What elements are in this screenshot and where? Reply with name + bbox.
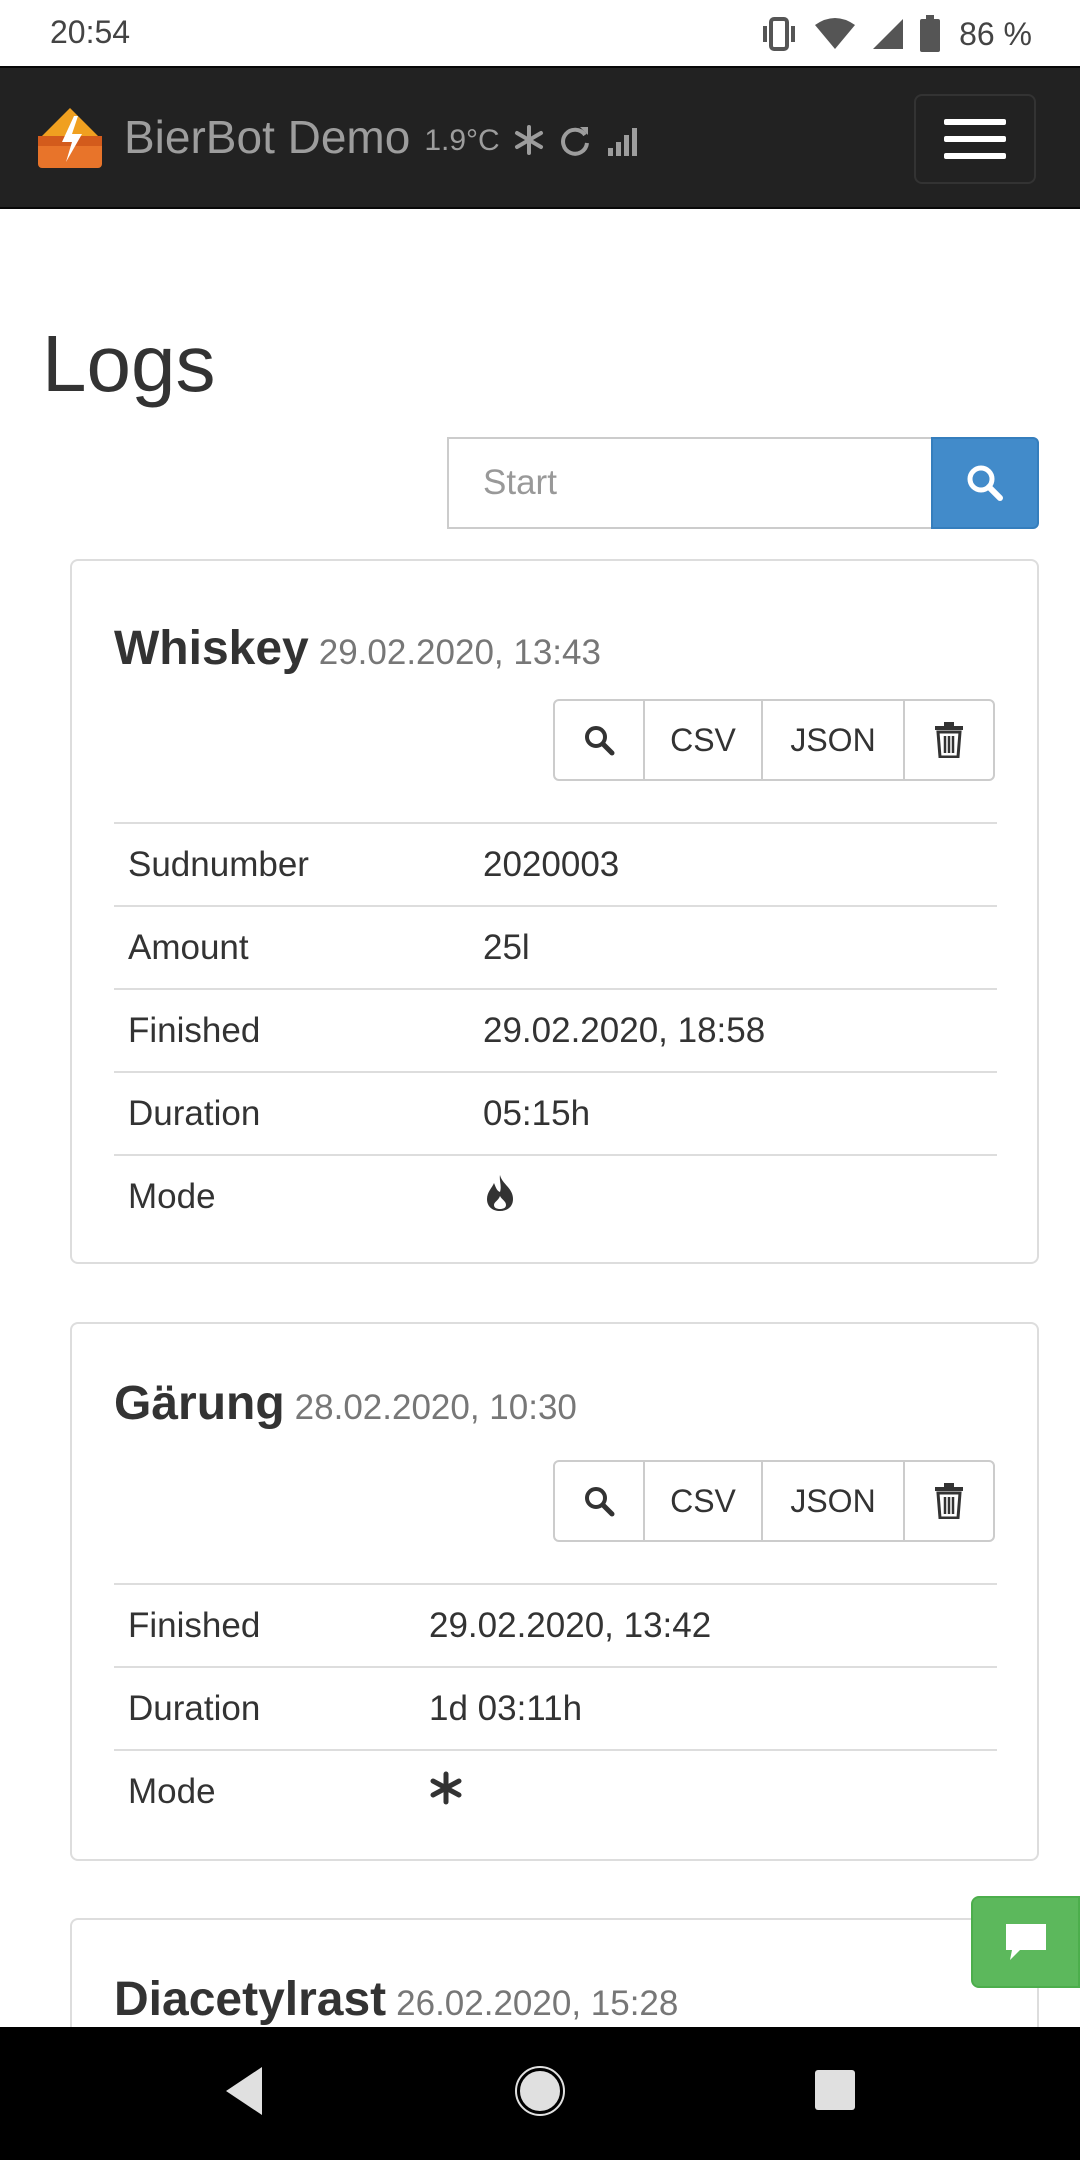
system-nav-bar xyxy=(0,2027,1080,2160)
row-label: Amount xyxy=(114,905,469,989)
table-row: Finished 29.02.2020, 13:42 xyxy=(114,1583,997,1667)
brand-title: BierBot Demo xyxy=(124,111,411,163)
battery-icon xyxy=(920,15,941,52)
log-name: Gärung xyxy=(114,1377,285,1430)
table-row: Finished 29.02.2020, 18:58 xyxy=(114,988,997,1072)
table-row: Sudnumber 2020003 xyxy=(114,822,997,906)
log-date: 29.02.2020, 13:43 xyxy=(318,633,601,672)
start-search-input[interactable] xyxy=(447,437,931,529)
row-value: 25l xyxy=(469,905,997,989)
log-header: Gärung 28.02.2020, 10:30 xyxy=(114,1376,577,1431)
snowflake-icon xyxy=(514,125,543,155)
refresh-icon xyxy=(560,127,589,156)
search-bar xyxy=(447,437,1039,529)
table-row: Duration 05:15h xyxy=(114,1071,997,1155)
row-label: Mode xyxy=(114,1749,415,1833)
vibrate-icon xyxy=(763,17,796,51)
row-value: 29.02.2020, 13:42 xyxy=(415,1583,997,1667)
menu-icon-bar xyxy=(944,153,1006,159)
page-title: Logs xyxy=(42,319,216,408)
back-icon[interactable] xyxy=(222,2065,266,2117)
chat-icon xyxy=(1005,1924,1046,1960)
log-header: Whiskey 29.02.2020, 13:43 xyxy=(114,621,601,676)
search-button[interactable] xyxy=(931,437,1039,529)
row-label: Mode xyxy=(114,1154,469,1238)
menu-toggle-button[interactable] xyxy=(914,94,1036,184)
json-export-button[interactable]: JSON xyxy=(761,699,905,781)
log-panel: Gärung 28.02.2020, 10:30 CSV JSON Finish… xyxy=(70,1322,1039,1861)
view-log-button[interactable] xyxy=(553,1460,645,1542)
row-value: 29.02.2020, 18:58 xyxy=(469,988,997,1072)
temperature-readout: 1.9°C xyxy=(424,124,500,157)
trash-icon xyxy=(935,722,963,758)
table-row: Duration 1d 03:11h xyxy=(114,1666,997,1750)
json-export-button[interactable]: JSON xyxy=(761,1460,905,1542)
table-row: Mode xyxy=(114,1154,997,1238)
signal-bars-icon xyxy=(607,128,637,156)
log-details-table: Sudnumber 2020003 Amount 25l Finished 29… xyxy=(114,822,997,1238)
row-label: Sudnumber xyxy=(114,822,469,906)
row-value xyxy=(469,1154,997,1238)
chat-button[interactable] xyxy=(971,1896,1080,1988)
delete-log-button[interactable] xyxy=(903,1460,995,1542)
search-icon xyxy=(585,1487,615,1517)
row-value: 1d 03:11h xyxy=(415,1666,997,1750)
menu-icon-bar xyxy=(944,119,1006,125)
brand[interactable]: BierBot Demo 1.9°C xyxy=(34,102,640,172)
csv-export-button[interactable]: CSV xyxy=(643,699,763,781)
row-label: Duration xyxy=(114,1071,469,1155)
status-bar: 20:54 86 % xyxy=(0,0,1080,66)
fire-icon xyxy=(487,1174,513,1211)
status-time: 20:54 xyxy=(50,14,131,50)
csv-export-button[interactable]: CSV xyxy=(643,1460,763,1542)
log-name: Diacetylrast xyxy=(114,1973,387,2026)
delete-log-button[interactable] xyxy=(903,699,995,781)
recents-icon[interactable] xyxy=(814,2069,856,2111)
log-details-table: Finished 29.02.2020, 13:42 Duration 1d 0… xyxy=(114,1583,997,1833)
search-icon xyxy=(967,465,1003,501)
log-date: 28.02.2020, 10:30 xyxy=(294,1388,577,1427)
table-row: Mode xyxy=(114,1749,997,1833)
home-icon[interactable] xyxy=(514,2065,566,2117)
row-value xyxy=(415,1749,997,1833)
log-name: Whiskey xyxy=(114,622,309,675)
status-icons: 86 % xyxy=(759,12,1032,56)
row-value: 2020003 xyxy=(469,822,997,906)
view-log-button[interactable] xyxy=(553,699,645,781)
search-icon xyxy=(585,726,615,756)
row-value: 05:15h xyxy=(469,1071,997,1155)
signal-icon xyxy=(873,19,904,49)
snowflake-icon xyxy=(430,1771,462,1804)
log-date: 26.02.2020, 15:28 xyxy=(396,1984,679,2023)
wifi-icon xyxy=(815,18,856,49)
battery-percent: 86 % xyxy=(959,15,1032,52)
trash-icon xyxy=(935,1483,963,1519)
menu-icon-bar xyxy=(944,136,1006,142)
row-label: Finished xyxy=(114,1583,415,1667)
logo-icon xyxy=(38,108,102,168)
log-header: Diacetylrast 26.02.2020, 15:28 xyxy=(114,1972,678,2027)
log-actions: CSV JSON xyxy=(553,699,995,781)
table-row: Amount 25l xyxy=(114,905,997,989)
log-actions: CSV JSON xyxy=(553,1460,995,1542)
row-label: Finished xyxy=(114,988,469,1072)
app-navbar: BierBot Demo 1.9°C xyxy=(0,66,1080,209)
row-label: Duration xyxy=(114,1666,415,1750)
log-panel: Whiskey 29.02.2020, 13:43 CSV JSON Sudnu… xyxy=(70,559,1039,1264)
